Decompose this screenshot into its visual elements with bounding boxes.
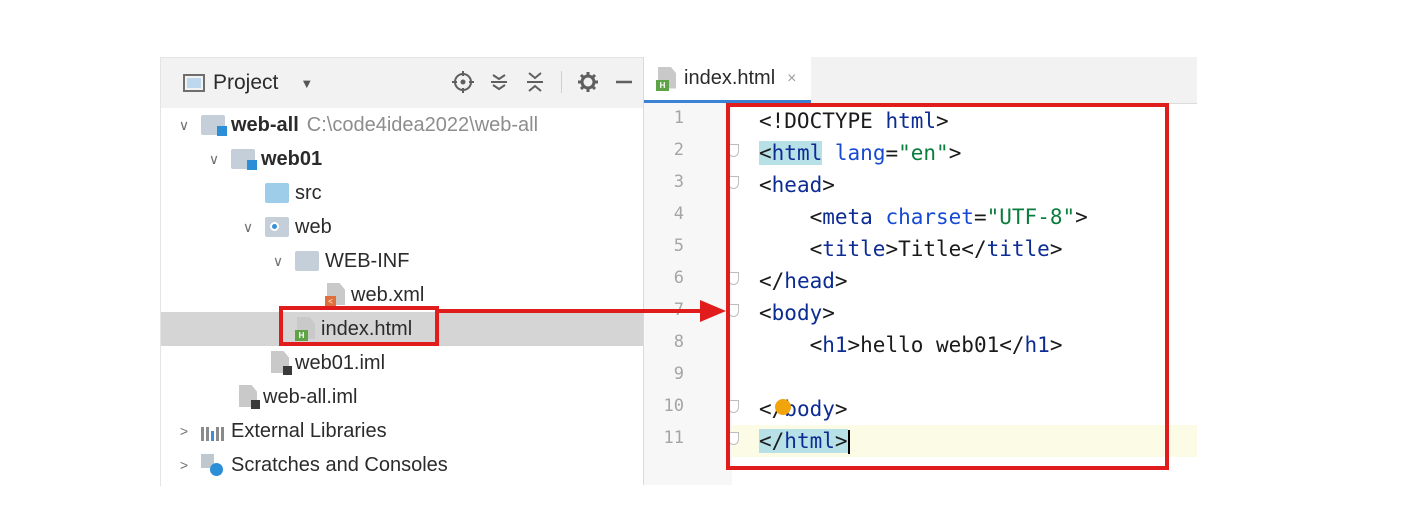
line-number: 11 [663,428,684,448]
tree-node-external-libraries[interactable]: > External Libraries [161,414,644,448]
annotation-box-index-html [279,306,439,346]
project-view-selector[interactable]: Project ▼ [183,71,313,95]
iml-file-icon [239,385,260,409]
tree-node-label: web-all [231,113,299,136]
toolbar-separator [561,71,562,93]
chevron-down-icon[interactable]: ∨ [175,117,193,134]
line-number: 5 [673,236,684,256]
folder-icon [295,251,319,271]
annotation-box-code [726,103,1169,470]
line-number: 6 [673,268,684,288]
source-folder-icon [265,183,289,203]
tree-node-web[interactable]: ∨ web [161,210,644,244]
tree-node-scratches[interactable]: > Scratches and Consoles [161,448,644,482]
line-number: 3 [673,172,684,192]
line-number: 2 [673,140,684,160]
module-folder-icon [231,149,257,170]
project-toolbar-actions [451,68,636,96]
project-tool-window: Project ▼ ∨ web-all C:\code4idea2022\web… [160,57,644,486]
tree-node-label: WEB-INF [325,249,410,272]
tree-node-label: web01 [261,147,323,170]
arrow-right-icon [700,300,726,322]
gear-icon[interactable] [576,68,600,96]
chevron-down-icon[interactable]: ∨ [269,253,287,270]
chevron-down-icon[interactable]: ∨ [239,219,257,236]
line-number: 4 [673,204,684,224]
module-folder-icon [201,115,227,136]
close-icon[interactable]: × [787,70,796,88]
editor-tab-bar: H index.html × [644,57,1197,104]
tree-node-web01[interactable]: ∨ web01 [161,142,644,176]
library-icon [201,421,225,441]
tab-label: index.html [684,67,776,89]
tab-index-html[interactable]: H index.html × [644,57,811,103]
scratches-icon [201,454,225,476]
iml-file-icon [271,351,292,375]
chevron-down-icon[interactable]: ∨ [205,151,223,168]
tree-node-label: src [295,181,322,204]
tree-node-label: Scratches and Consoles [231,453,448,476]
minimize-icon[interactable] [612,68,636,96]
chevron-right-icon[interactable]: > [175,423,193,439]
project-tree: ∨ web-all C:\code4idea2022\web-all ∨ web… [161,108,644,482]
line-number: 10 [663,396,684,416]
tree-node-web01-iml[interactable]: web01.iml [161,346,644,380]
chevron-down-icon[interactable]: ▼ [300,76,313,91]
tree-node-web-all-iml[interactable]: web-all.iml [161,380,644,414]
project-panel-icon [183,74,205,92]
line-number-gutter: 1 2 3 4 5 6 7 8 9 10 11 [644,103,732,485]
collapse-all-icon[interactable] [523,68,547,96]
chevron-right-icon[interactable]: > [175,457,193,473]
tree-node-web-all[interactable]: ∨ web-all C:\code4idea2022\web-all [161,108,644,142]
line-number: 9 [673,364,684,384]
line-number: 1 [673,108,684,128]
tree-node-label: web01.iml [295,351,386,374]
web-folder-icon [265,217,289,237]
tree-node-label: web-all.iml [263,385,358,408]
crosshair-icon[interactable] [451,68,475,96]
tree-node-label: web [295,215,332,238]
tree-node-label: External Libraries [231,419,387,442]
annotation-arrow [436,309,706,313]
project-title: Project [213,71,279,94]
project-toolbar: Project ▼ [161,58,644,108]
html-file-icon: H [656,66,676,91]
xml-file-icon: < [325,283,345,307]
tree-node-path: C:\code4idea2022\web-all [306,113,539,136]
tree-node-src[interactable]: src [161,176,644,210]
expand-all-icon[interactable] [487,68,511,96]
tree-node-label: web.xml [351,283,425,306]
tree-node-web-inf[interactable]: ∨ WEB-INF [161,244,644,278]
line-number: 8 [673,332,684,352]
